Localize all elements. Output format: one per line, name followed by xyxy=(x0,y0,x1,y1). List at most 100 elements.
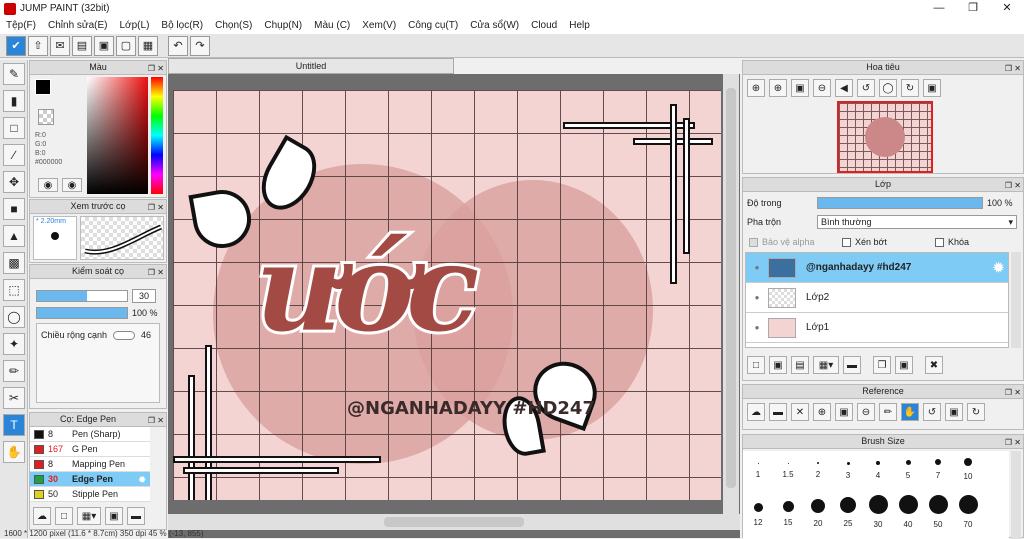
brush-item-mapping-pen[interactable]: 8 Mapping Pen xyxy=(30,457,150,472)
grid-icon[interactable]: ▦ xyxy=(138,35,158,56)
color-wheel-icon[interactable]: ◉ xyxy=(38,178,58,192)
visibility-icon[interactable]: ● xyxy=(746,323,768,332)
brush-size-20[interactable]: 20 xyxy=(806,499,830,528)
layer-folder-icon[interactable]: ▬ xyxy=(843,356,861,374)
menu-file[interactable]: Tệp(F) xyxy=(0,20,42,31)
clipping-checkbox[interactable] xyxy=(842,237,851,247)
hue-slider[interactable] xyxy=(151,77,163,194)
menu-select[interactable]: Chọn(S) xyxy=(209,20,258,31)
navigator-lock-icon[interactable]: ▣ xyxy=(923,79,941,97)
menu-window[interactable]: Cửa sổ(W) xyxy=(464,20,525,31)
brush-size-1.5[interactable]: 1.5 xyxy=(776,463,800,479)
merge-layer-icon[interactable]: ▣ xyxy=(895,356,913,374)
brush-size-10[interactable]: 10 xyxy=(956,458,980,481)
new-layer-icon[interactable]: □ xyxy=(747,356,765,374)
select-eraser-icon[interactable]: ✂ xyxy=(3,387,25,409)
export-icon[interactable]: ⇧ xyxy=(28,35,48,56)
page-icon[interactable]: ▢ xyxy=(116,35,136,56)
layer-settings-gear-icon[interactable]: ✹ xyxy=(993,260,1004,276)
brush-size-70[interactable]: 70 xyxy=(956,495,980,529)
chat-icon[interactable]: ▤ xyxy=(72,35,92,56)
menu-view[interactable]: Xem(V) xyxy=(356,20,402,31)
reference-zoom-out-icon[interactable]: ⊖ xyxy=(857,403,875,421)
move-icon[interactable]: ✥ xyxy=(3,171,25,193)
reference-close-icon[interactable]: ✕ xyxy=(791,403,809,421)
new-vector-layer-icon[interactable]: ▤ xyxy=(791,356,809,374)
menu-help[interactable]: Help xyxy=(563,20,596,31)
brush-item-g-pen[interactable]: 167 G Pen xyxy=(30,442,150,457)
brush-copy-icon[interactable]: ▣ xyxy=(105,507,123,525)
rotate-reset-icon[interactable]: ◯ xyxy=(879,79,897,97)
brush-size-15[interactable]: 15 xyxy=(776,501,800,527)
restore-icon[interactable]: ❐ xyxy=(956,0,990,17)
brush-size-50[interactable]: 50 xyxy=(926,495,950,529)
menu-capture[interactable]: Chụp(N) xyxy=(258,20,308,31)
menu-tools[interactable]: Công cụ(T) xyxy=(402,20,464,31)
reference-fit-icon[interactable]: ▣ xyxy=(835,403,853,421)
menu-layer[interactable]: Lớp(L) xyxy=(114,20,156,31)
line-icon[interactable]: ∕ xyxy=(3,144,25,166)
delete-layer-icon[interactable]: ✖ xyxy=(925,356,943,374)
menu-color[interactable]: Màu (C) xyxy=(308,20,356,31)
brush-size-scrollbar[interactable] xyxy=(1011,451,1021,539)
zoom-out-icon[interactable]: ⊖ xyxy=(813,79,831,97)
undo-icon[interactable]: ↶ xyxy=(168,35,188,56)
brush-item-edge-pen[interactable]: 30 Edge Pen xyxy=(30,472,150,487)
rectangle-icon[interactable]: □ xyxy=(3,117,25,139)
opacity-slider[interactable] xyxy=(36,307,128,319)
visibility-icon[interactable]: ● xyxy=(746,263,768,272)
redo-icon[interactable]: ↷ xyxy=(190,35,210,56)
document-tab[interactable]: Untitled xyxy=(168,58,454,74)
brush-folder-icon[interactable]: ▬ xyxy=(127,507,145,525)
rotate-right-icon[interactable]: ↻ xyxy=(901,79,919,97)
brush-menu-icon[interactable]: ▦▾ xyxy=(77,507,101,525)
navigator-thumbnail[interactable] xyxy=(837,101,933,173)
text-icon[interactable]: T xyxy=(3,414,25,436)
layer-list-scrollbar[interactable] xyxy=(1011,252,1021,348)
minimize-icon[interactable]: — xyxy=(922,0,956,17)
eyedropper-icon[interactable]: ✏ xyxy=(879,403,897,421)
brush-size-4[interactable]: 4 xyxy=(866,461,890,480)
reference-rotate-right-icon[interactable]: ↻ xyxy=(967,403,985,421)
bucket-icon[interactable]: ▲ xyxy=(3,225,25,247)
brush-size-12[interactable]: 12 xyxy=(746,503,770,527)
artwork[interactable]: ước @NGANHADAYY #HD247 xyxy=(173,90,721,500)
reference-reset-icon[interactable]: ▣ xyxy=(945,403,963,421)
canvas-horizontal-scrollbar[interactable] xyxy=(168,514,740,530)
wand-icon[interactable]: ✦ xyxy=(3,333,25,355)
brush-item-stipple-pen[interactable]: 50 Stipple Pen xyxy=(30,487,150,502)
brush-size-3[interactable]: 3 xyxy=(836,462,860,480)
layer-item[interactable]: ● Lớp2 xyxy=(746,283,1008,313)
duplicate-layer-icon[interactable]: ❐ xyxy=(873,356,891,374)
lasso-icon[interactable]: ◯ xyxy=(3,306,25,328)
comment-icon[interactable]: ✉ xyxy=(50,35,70,56)
menu-cloud[interactable]: Cloud xyxy=(525,20,563,31)
close-icon[interactable]: ✕ xyxy=(990,0,1024,17)
check-icon[interactable]: ✔ xyxy=(6,35,26,56)
brush-upload-icon[interactable]: ☁ xyxy=(33,507,51,525)
blend-mode-select[interactable]: Bình thường ▾ xyxy=(817,215,1017,229)
protect-alpha-checkbox[interactable] xyxy=(749,237,758,247)
size-value[interactable]: 30 xyxy=(132,289,156,303)
layer-item[interactable]: ● Lớp1 xyxy=(746,313,1008,343)
new-raster-layer-icon[interactable]: ▣ xyxy=(769,356,787,374)
fit-window-icon[interactable]: ▣ xyxy=(791,79,809,97)
palette-icon[interactable]: ◉ xyxy=(62,178,82,192)
eraser-icon[interactable]: ▮ xyxy=(3,90,25,112)
reference-open-icon[interactable]: ▬ xyxy=(769,403,787,421)
layer-item[interactable]: ● @nganhadayy #hd247 ✹ xyxy=(746,253,1008,283)
fill-rect-icon[interactable]: ■ xyxy=(3,198,25,220)
canvas-vertical-scrollbar[interactable] xyxy=(723,74,739,514)
brush-size-5[interactable]: 5 xyxy=(896,460,920,480)
menu-edit[interactable]: Chỉnh sửa(E) xyxy=(42,20,114,31)
menu-filter[interactable]: Bộ lọc(R) xyxy=(155,20,209,31)
zoom-in-icon[interactable]: ⊕ xyxy=(769,79,787,97)
select-pen-icon[interactable]: ✏ xyxy=(3,360,25,382)
brush-size-25[interactable]: 25 xyxy=(836,497,860,528)
brush-size-30[interactable]: 30 xyxy=(866,495,890,529)
zoom-fit-icon[interactable]: ⊕ xyxy=(747,79,765,97)
edge-width-slider[interactable] xyxy=(113,330,136,340)
saturation-picker[interactable] xyxy=(87,77,148,194)
hand-icon[interactable]: ✋ xyxy=(3,441,25,463)
brush-size-40[interactable]: 40 xyxy=(896,495,920,529)
